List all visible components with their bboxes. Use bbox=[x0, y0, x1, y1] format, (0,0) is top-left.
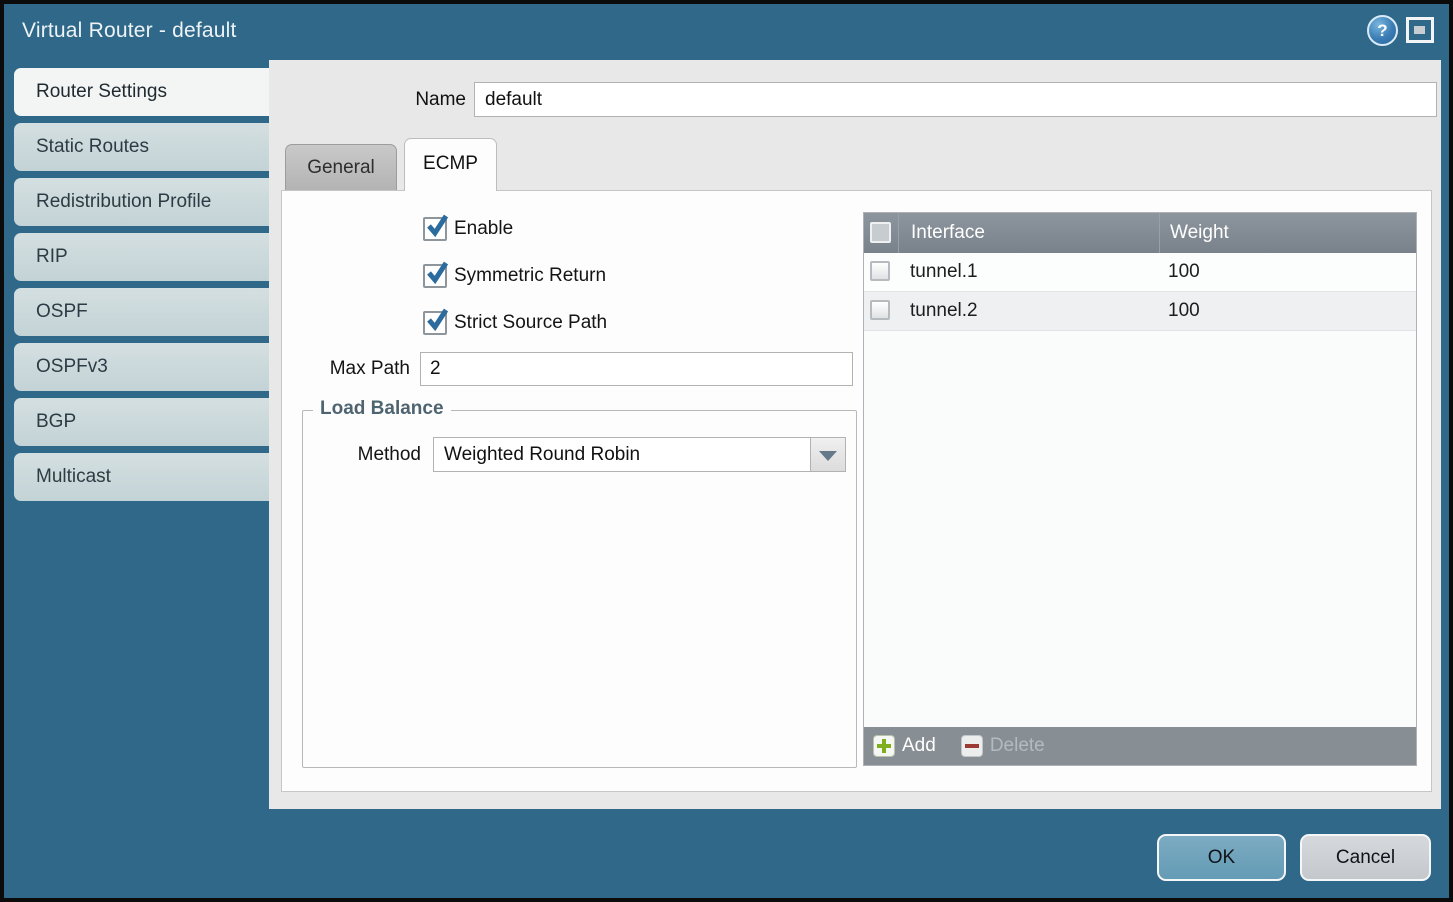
table-rows: tunnel.1100tunnel.2100 bbox=[864, 253, 1416, 727]
column-header-weight: Weight bbox=[1159, 213, 1416, 253]
table-header: Interface Weight bbox=[864, 213, 1416, 253]
name-label: Name bbox=[269, 82, 466, 117]
virtual-router-dialog: Virtual Router - default ? Router Settin… bbox=[0, 0, 1453, 902]
load-balance-legend: Load Balance bbox=[313, 398, 451, 420]
checkbox-icon[interactable] bbox=[423, 311, 447, 335]
checkbox-label: Strict Source Path bbox=[454, 311, 607, 335]
add-button[interactable]: Add bbox=[902, 735, 936, 757]
sidebar-item-ospfv3[interactable]: OSPFv3 bbox=[14, 343, 269, 391]
load-balance-fieldset: Load Balance Method Weighted Round Robin bbox=[302, 410, 857, 768]
interface-table: Interface Weight tunnel.1100tunnel.2100 … bbox=[863, 212, 1417, 766]
tab-general[interactable]: General bbox=[285, 144, 397, 190]
help-icon[interactable]: ? bbox=[1367, 15, 1398, 46]
sidebar-item-bgp[interactable]: BGP bbox=[14, 398, 269, 446]
title-bar: Virtual Router - default ? bbox=[8, 8, 1445, 60]
max-path-input[interactable] bbox=[420, 352, 853, 386]
checkbox-icon[interactable] bbox=[423, 217, 447, 241]
select-all-checkbox[interactable] bbox=[870, 222, 891, 243]
table-row[interactable]: tunnel.1100 bbox=[864, 253, 1416, 292]
sidebar-item-multicast[interactable]: Multicast bbox=[14, 453, 269, 501]
restore-window-icon-inner bbox=[1414, 26, 1425, 34]
dialog-title: Virtual Router - default bbox=[22, 19, 237, 43]
cell-weight: 100 bbox=[1158, 292, 1416, 330]
chevron-down-icon[interactable] bbox=[810, 438, 845, 471]
column-header-interface: Interface bbox=[899, 213, 1159, 253]
table-footer: Add Delete bbox=[864, 727, 1416, 765]
sidebar: Router Settings Static Routes Redistributi… bbox=[14, 60, 269, 898]
table-empty-area bbox=[864, 331, 1416, 727]
restore-window-icon[interactable] bbox=[1406, 17, 1434, 43]
sidebar-item-rip[interactable]: RIP bbox=[14, 233, 269, 281]
row-checkbox-cell bbox=[864, 292, 898, 330]
add-icon[interactable] bbox=[873, 735, 895, 757]
delete-button[interactable]: Delete bbox=[990, 735, 1045, 757]
delete-icon[interactable] bbox=[961, 735, 983, 757]
method-label: Method bbox=[303, 437, 421, 472]
cell-interface: tunnel.2 bbox=[898, 292, 1158, 330]
row-checkbox[interactable] bbox=[870, 261, 890, 281]
method-dropdown-value: Weighted Round Robin bbox=[444, 438, 805, 471]
cell-weight: 100 bbox=[1158, 253, 1416, 291]
checkbox-label: Enable bbox=[454, 217, 513, 241]
method-dropdown[interactable]: Weighted Round Robin bbox=[433, 437, 846, 472]
row-checkbox-cell bbox=[864, 253, 898, 291]
name-input[interactable] bbox=[474, 82, 1437, 117]
max-path-label: Max Path bbox=[282, 352, 410, 386]
row-checkbox[interactable] bbox=[870, 300, 890, 320]
cell-interface: tunnel.1 bbox=[898, 253, 1158, 291]
ecmp-tab-panel: Enable Symmetric Return Strict Source Path… bbox=[281, 190, 1432, 792]
cancel-button[interactable]: Cancel bbox=[1300, 834, 1431, 881]
checkbox-icon[interactable] bbox=[423, 264, 447, 288]
ok-button[interactable]: OK bbox=[1157, 834, 1286, 881]
checkbox-label: Symmetric Return bbox=[454, 264, 606, 288]
tab-ecmp[interactable]: ECMP bbox=[404, 138, 497, 191]
content-panel: Name General ECMP Enable Symmetric Return… bbox=[269, 60, 1441, 809]
sidebar-item-static-routes[interactable]: Static Routes bbox=[14, 123, 269, 171]
table-row[interactable]: tunnel.2100 bbox=[864, 292, 1416, 331]
sidebar-item-router-settings[interactable]: Router Settings bbox=[14, 68, 271, 116]
sidebar-item-ospf[interactable]: OSPF bbox=[14, 288, 269, 336]
header-checkbox-cell bbox=[864, 213, 899, 253]
sidebar-item-redistribution-profile[interactable]: Redistribution Profile bbox=[14, 178, 269, 226]
